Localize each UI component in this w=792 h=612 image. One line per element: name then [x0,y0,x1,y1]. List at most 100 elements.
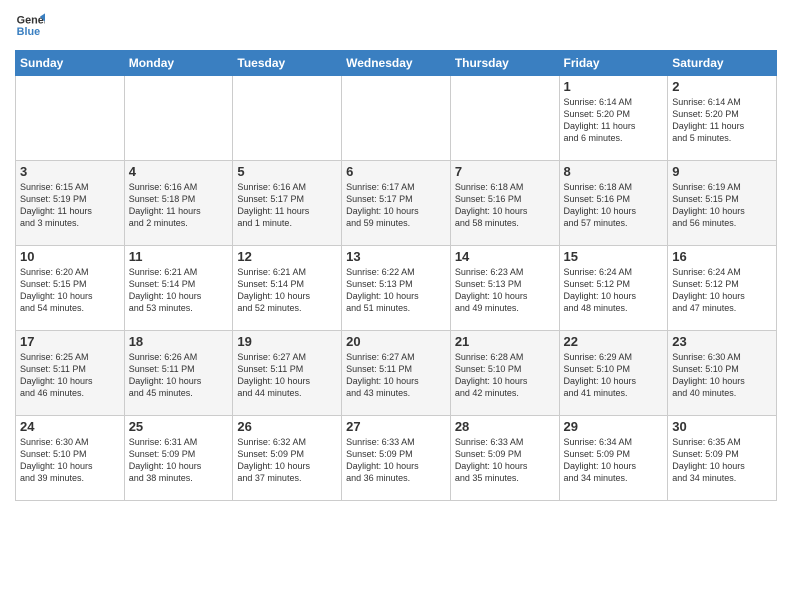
day-cell: 21 Sunrise: 6:28 AM Sunset: 5:10 PM Dayli… [450,331,559,416]
day-number: 13 [346,249,446,264]
day-number: 6 [346,164,446,179]
day-number: 15 [564,249,664,264]
day-number: 26 [237,419,337,434]
day-cell: 5Sunrise: 6:16 AM Sunset: 5:17 PM Daylig… [233,161,342,246]
day-number: 1 [564,79,664,94]
day-info: Sunrise: 6:14 AM Sunset: 5:20 PM Dayligh… [672,96,772,145]
day-info: Sunrise: 6:26 AM Sunset: 5:11 PM Dayligh… [129,351,229,400]
day-cell: 22Sunrise: 6:29 AM Sunset: 5:10 PM Dayli… [559,331,668,416]
day-cell: 13 Sunrise: 6:22 AM Sunset: 5:13 PM Dayli… [342,246,451,331]
day-cell: 11 Sunrise: 6:21 AM Sunset: 5:14 PM Dayli… [124,246,233,331]
day-number: 3 [20,164,120,179]
day-number: 21 [455,334,555,349]
day-number: 20 [346,334,446,349]
day-info: Sunrise: 6:18 AM Sunset: 5:16 PM Dayligh… [564,181,664,230]
day-cell: 12Sunrise: 6:21 AM Sunset: 5:14 PM Dayli… [233,246,342,331]
day-cell [450,76,559,161]
week-row-3: 17 Sunrise: 6:25 AM Sunset: 5:11 PM Dayli… [16,331,777,416]
day-info: Sunrise: 6:33 AM Sunset: 5:09 PM Dayligh… [455,436,555,485]
day-cell [342,76,451,161]
week-row-1: 3 Sunrise: 6:15 AM Sunset: 5:19 PM Daylig… [16,161,777,246]
day-info: Sunrise: 6:20 AM Sunset: 5:15 PM Dayligh… [20,266,120,315]
logo: General Blue [15,10,45,40]
day-info: Sunrise: 6:24 AM Sunset: 5:12 PM Dayligh… [672,266,772,315]
day-info: Sunrise: 6:15 AM Sunset: 5:19 PM Dayligh… [20,181,120,230]
day-number: 22 [564,334,664,349]
day-cell: 29Sunrise: 6:34 AM Sunset: 5:09 PM Dayli… [559,416,668,501]
day-number: 2 [672,79,772,94]
day-info: Sunrise: 6:25 AM Sunset: 5:11 PM Dayligh… [20,351,120,400]
day-number: 4 [129,164,229,179]
svg-text:General: General [17,14,45,26]
day-cell: 2 Sunrise: 6:14 AM Sunset: 5:20 PM Daylig… [668,76,777,161]
day-number: 14 [455,249,555,264]
day-info: Sunrise: 6:24 AM Sunset: 5:12 PM Dayligh… [564,266,664,315]
day-number: 11 [129,249,229,264]
day-number: 7 [455,164,555,179]
calendar-table: SundayMondayTuesdayWednesdayThursdayFrid… [15,50,777,501]
day-cell: 20 Sunrise: 6:27 AM Sunset: 5:11 PM Dayli… [342,331,451,416]
logo-icon: General Blue [15,10,45,40]
weekday-header-sunday: Sunday [16,51,125,76]
day-cell: 24 Sunrise: 6:30 AM Sunset: 5:10 PM Dayli… [16,416,125,501]
day-cell: 6 Sunrise: 6:17 AM Sunset: 5:17 PM Daylig… [342,161,451,246]
day-number: 19 [237,334,337,349]
day-number: 28 [455,419,555,434]
day-cell: 8Sunrise: 6:18 AM Sunset: 5:16 PM Daylig… [559,161,668,246]
weekday-header-saturday: Saturday [668,51,777,76]
day-info: Sunrise: 6:18 AM Sunset: 5:16 PM Dayligh… [455,181,555,230]
day-info: Sunrise: 6:17 AM Sunset: 5:17 PM Dayligh… [346,181,446,230]
day-info: Sunrise: 6:21 AM Sunset: 5:14 PM Dayligh… [237,266,337,315]
day-info: Sunrise: 6:23 AM Sunset: 5:13 PM Dayligh… [455,266,555,315]
page-container: General Blue SundayMondayTuesdayWednesda… [0,0,792,511]
day-info: Sunrise: 6:35 AM Sunset: 5:09 PM Dayligh… [672,436,772,485]
day-cell: 28 Sunrise: 6:33 AM Sunset: 5:09 PM Dayli… [450,416,559,501]
day-info: Sunrise: 6:14 AM Sunset: 5:20 PM Dayligh… [564,96,664,145]
day-cell: 19Sunrise: 6:27 AM Sunset: 5:11 PM Dayli… [233,331,342,416]
day-info: Sunrise: 6:22 AM Sunset: 5:13 PM Dayligh… [346,266,446,315]
day-cell: 16Sunrise: 6:24 AM Sunset: 5:12 PM Dayli… [668,246,777,331]
day-cell: 15 Sunrise: 6:24 AM Sunset: 5:12 PM Dayli… [559,246,668,331]
weekday-header-thursday: Thursday [450,51,559,76]
day-cell: 18 Sunrise: 6:26 AM Sunset: 5:11 PM Dayli… [124,331,233,416]
day-number: 24 [20,419,120,434]
day-number: 30 [672,419,772,434]
weekday-header-monday: Monday [124,51,233,76]
day-cell: 1 Sunrise: 6:14 AM Sunset: 5:20 PM Daylig… [559,76,668,161]
day-cell: 17 Sunrise: 6:25 AM Sunset: 5:11 PM Dayli… [16,331,125,416]
day-number: 9 [672,164,772,179]
weekday-header-friday: Friday [559,51,668,76]
day-cell: 23Sunrise: 6:30 AM Sunset: 5:10 PM Dayli… [668,331,777,416]
day-info: Sunrise: 6:32 AM Sunset: 5:09 PM Dayligh… [237,436,337,485]
day-cell [124,76,233,161]
day-info: Sunrise: 6:27 AM Sunset: 5:11 PM Dayligh… [346,351,446,400]
week-row-4: 24 Sunrise: 6:30 AM Sunset: 5:10 PM Dayli… [16,416,777,501]
header: General Blue [15,10,777,40]
day-cell [233,76,342,161]
day-cell: 3 Sunrise: 6:15 AM Sunset: 5:19 PM Daylig… [16,161,125,246]
day-cell: 25Sunrise: 6:31 AM Sunset: 5:09 PM Dayli… [124,416,233,501]
day-cell: 9 Sunrise: 6:19 AM Sunset: 5:15 PM Daylig… [668,161,777,246]
day-number: 18 [129,334,229,349]
day-info: Sunrise: 6:34 AM Sunset: 5:09 PM Dayligh… [564,436,664,485]
day-cell: 26 Sunrise: 6:32 AM Sunset: 5:09 PM Dayli… [233,416,342,501]
day-cell: 27 Sunrise: 6:33 AM Sunset: 5:09 PM Dayli… [342,416,451,501]
day-info: Sunrise: 6:28 AM Sunset: 5:10 PM Dayligh… [455,351,555,400]
day-cell: 30 Sunrise: 6:35 AM Sunset: 5:09 PM Dayli… [668,416,777,501]
day-number: 27 [346,419,446,434]
day-info: Sunrise: 6:19 AM Sunset: 5:15 PM Dayligh… [672,181,772,230]
day-number: 5 [237,164,337,179]
day-info: Sunrise: 6:16 AM Sunset: 5:18 PM Dayligh… [129,181,229,230]
day-cell: 10Sunrise: 6:20 AM Sunset: 5:15 PM Dayli… [16,246,125,331]
day-number: 17 [20,334,120,349]
day-info: Sunrise: 6:30 AM Sunset: 5:10 PM Dayligh… [672,351,772,400]
weekday-header-tuesday: Tuesday [233,51,342,76]
day-cell: 14 Sunrise: 6:23 AM Sunset: 5:13 PM Dayli… [450,246,559,331]
week-row-2: 10Sunrise: 6:20 AM Sunset: 5:15 PM Dayli… [16,246,777,331]
svg-text:Blue: Blue [17,26,40,38]
day-info: Sunrise: 6:33 AM Sunset: 5:09 PM Dayligh… [346,436,446,485]
day-info: Sunrise: 6:21 AM Sunset: 5:14 PM Dayligh… [129,266,229,315]
day-cell: 7 Sunrise: 6:18 AM Sunset: 5:16 PM Daylig… [450,161,559,246]
day-info: Sunrise: 6:30 AM Sunset: 5:10 PM Dayligh… [20,436,120,485]
day-number: 25 [129,419,229,434]
